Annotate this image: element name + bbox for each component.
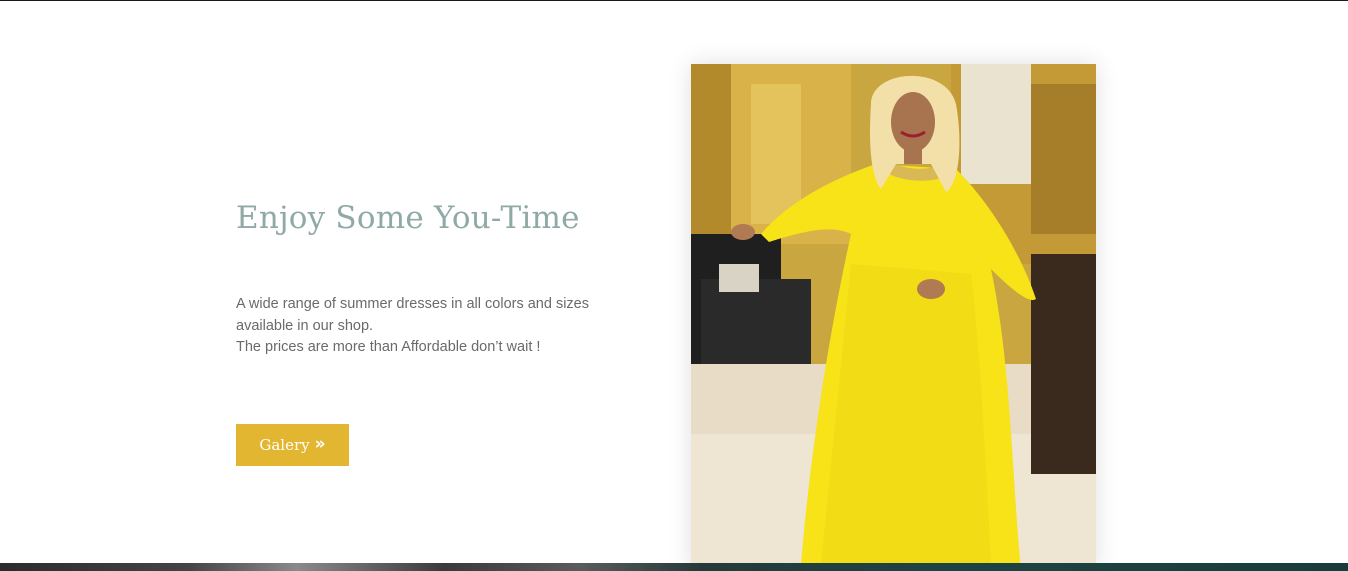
section-description: A wide range of summer dresses in all co… [236, 294, 616, 359]
description-line-2: available in our shop. [236, 317, 374, 334]
next-section-preview [0, 563, 1348, 571]
double-chevron-right-icon: » [314, 433, 326, 454]
description-line-3: The prices are more than Affordable don’… [236, 339, 541, 355]
galery-button-label: Galery [259, 436, 310, 454]
section-heading: Enjoy Some You-Time [236, 200, 580, 236]
description-line-1: A wide range of summer dresses in all co… [236, 296, 589, 312]
product-photo [691, 64, 1096, 571]
top-divider [0, 0, 1348, 1]
galery-button[interactable]: Galery » [236, 424, 349, 466]
